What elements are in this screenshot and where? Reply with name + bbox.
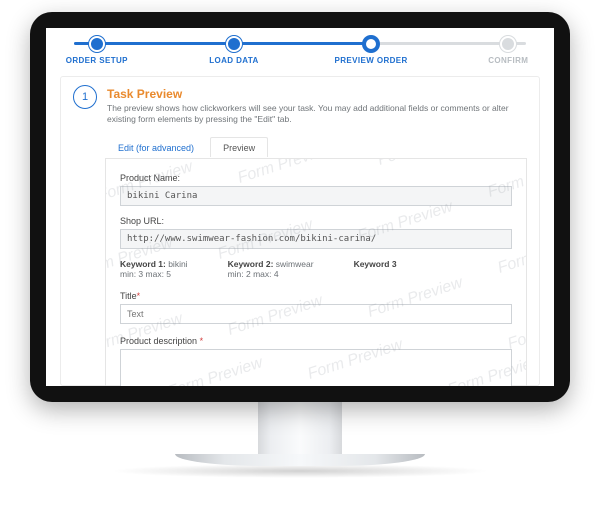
step-label: PREVIEW ORDER bbox=[311, 56, 431, 65]
keyword-row: Keyword 1: bikinimin: 3 max: 5 Keyword 2… bbox=[120, 259, 512, 279]
shop-url-label: Shop URL: bbox=[120, 216, 512, 226]
monitor-screen: ORDER SETUP LOAD DATA PREVIEW ORDER CONF… bbox=[46, 28, 554, 386]
keyword-3: Keyword 3 bbox=[354, 259, 397, 279]
product-name-label: Product Name: bbox=[120, 173, 512, 183]
tab-edit[interactable]: Edit (for advanced) bbox=[105, 137, 207, 157]
monitor-bezel: ORDER SETUP LOAD DATA PREVIEW ORDER CONF… bbox=[30, 12, 570, 402]
progress-stepper: ORDER SETUP LOAD DATA PREVIEW ORDER CONF… bbox=[46, 34, 554, 70]
step-preview-order[interactable]: PREVIEW ORDER bbox=[311, 34, 431, 65]
monitor-base-neck bbox=[258, 398, 342, 454]
step-number-badge: 1 bbox=[73, 85, 97, 109]
step-label: CONFIRM bbox=[448, 56, 554, 65]
step-dot bbox=[226, 36, 242, 52]
step-load-data[interactable]: LOAD DATA bbox=[174, 34, 294, 65]
task-preview-card: 1 Task Preview The preview shows how cli… bbox=[60, 76, 540, 386]
shop-url-input[interactable] bbox=[120, 229, 512, 249]
step-dot bbox=[500, 36, 516, 52]
card-title: Task Preview bbox=[107, 87, 527, 101]
product-description-label: Product description * bbox=[120, 336, 512, 346]
step-label: ORDER SETUP bbox=[46, 56, 157, 65]
tab-bar: Edit (for advanced) Preview bbox=[105, 136, 527, 159]
step-dot bbox=[363, 36, 379, 52]
step-dot bbox=[89, 36, 105, 52]
step-confirm: CONFIRM bbox=[448, 34, 554, 65]
product-description-input[interactable] bbox=[120, 349, 512, 386]
keyword-1: Keyword 1: bikinimin: 3 max: 5 bbox=[120, 259, 188, 279]
monitor-base-shadow bbox=[110, 464, 490, 478]
product-name-input[interactable] bbox=[120, 186, 512, 206]
step-order-setup[interactable]: ORDER SETUP bbox=[46, 34, 157, 65]
card-subtitle: The preview shows how clickworkers will … bbox=[107, 103, 527, 126]
title-label: Title* bbox=[120, 291, 512, 301]
title-input[interactable] bbox=[120, 304, 512, 324]
keyword-2: Keyword 2: swimwearmin: 2 max: 4 bbox=[228, 259, 314, 279]
step-label: LOAD DATA bbox=[174, 56, 294, 65]
tab-preview[interactable]: Preview bbox=[210, 137, 268, 157]
preview-panel: Form Preview Form Preview Form Preview F… bbox=[105, 159, 527, 386]
